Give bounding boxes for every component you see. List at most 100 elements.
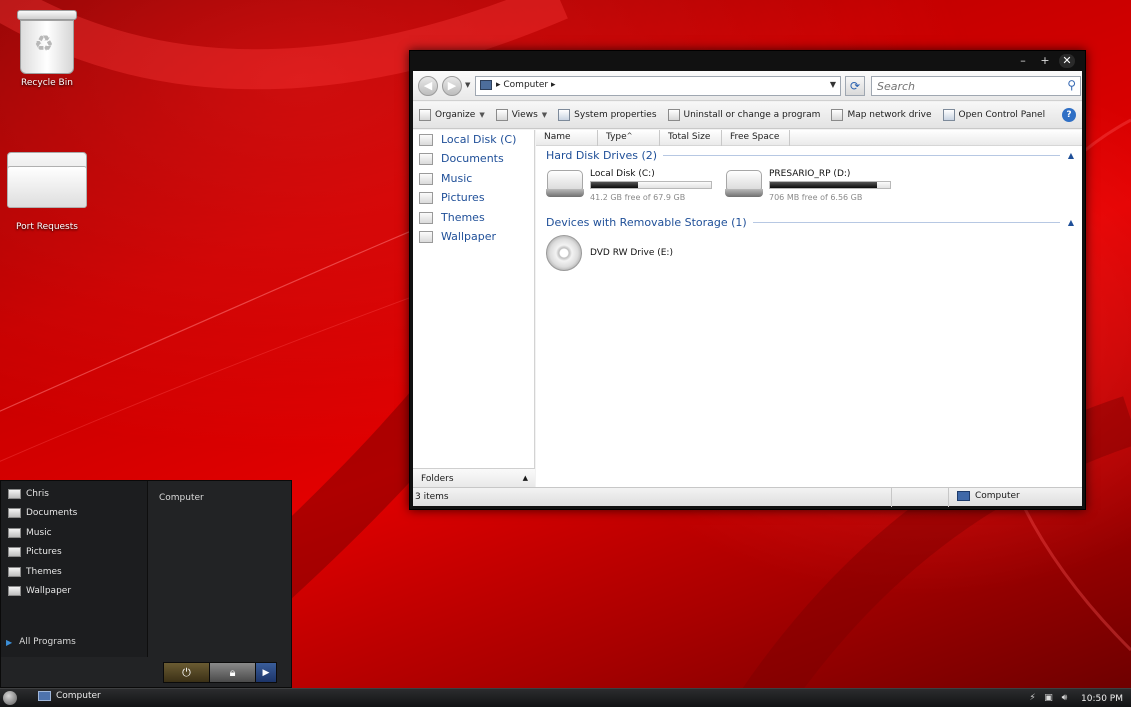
drive-name: PRESARIO_RP (D:)	[769, 169, 851, 179]
drive-item-d[interactable]: PRESARIO_RP (D:) 706 MB free of 6.56 GB	[725, 166, 895, 206]
back-button[interactable]: ◀	[418, 76, 438, 96]
start-power-buttons: ⏻ 🔒︎ ▶	[163, 662, 277, 683]
nav-item-pictures[interactable]: Pictures	[419, 191, 485, 204]
chevron-up-icon: ▲	[522, 474, 528, 482]
programs-icon	[667, 109, 680, 121]
start-item-music[interactable]: Music	[8, 528, 52, 538]
desktop-icon-label: Port Requests	[16, 222, 78, 232]
drive-item-dvd[interactable]: DVD RW Drive (E:)	[546, 235, 706, 273]
navigation-pane: Local Disk (C) Documents Music Pictures …	[413, 130, 535, 489]
music-icon	[8, 528, 21, 538]
documents-icon	[419, 152, 433, 165]
address-bar[interactable]: ▸ Computer ▸ ▼	[475, 76, 841, 96]
nav-item-themes[interactable]: Themes	[419, 211, 485, 224]
recycle-bin-icon: ♻	[16, 8, 78, 74]
drive-item-c[interactable]: Local Disk (C:) 41.2 GB free of 67.9 GB	[546, 166, 716, 206]
taskbar-item-computer[interactable]: Computer	[38, 691, 101, 701]
window-controls: – + ✕	[1015, 54, 1075, 68]
start-item-themes[interactable]: Themes	[8, 567, 62, 577]
clock[interactable]: 10:50 PM	[1081, 694, 1123, 704]
music-icon	[419, 172, 433, 185]
desktop-icon-recycle-bin[interactable]: ♻ Recycle Bin	[2, 8, 92, 88]
start-item-wallpaper[interactable]: Wallpaper	[8, 586, 71, 596]
organize-button[interactable]: Organize ▼	[419, 109, 485, 121]
start-menu-left-pane: Chris Documents Music Pictures Themes Wa…	[1, 481, 148, 657]
refresh-button[interactable]: ⟳	[845, 76, 865, 96]
drive-free-space: 41.2 GB free of 67.9 GB	[590, 193, 686, 202]
wallpaper-icon	[8, 586, 21, 596]
system-properties-button[interactable]: System properties	[558, 109, 657, 121]
open-control-panel-button[interactable]: Open Control Panel	[942, 109, 1045, 121]
help-icon[interactable]: ?	[1062, 108, 1076, 122]
volume-icon[interactable]: 🔊︎	[1059, 693, 1070, 704]
all-programs-button[interactable]: ▶ All Programs	[6, 637, 76, 647]
desktop-icon-port-requests[interactable]: Port Requests	[2, 152, 92, 232]
themes-icon	[419, 211, 433, 224]
control-panel-icon	[942, 109, 955, 121]
group-header-removable[interactable]: Devices with Removable Storage (1) ▲	[546, 216, 1074, 229]
hard-drive-icon	[546, 170, 584, 200]
recent-pages-dropdown[interactable]: ▼	[465, 81, 470, 89]
forward-button[interactable]: ▶	[442, 76, 462, 96]
file-list: Name Type^ Total Size Free Space Hard Di…	[536, 130, 1082, 489]
computer-icon	[38, 691, 51, 701]
maximize-button[interactable]: +	[1037, 54, 1053, 68]
power-icon: ⏻	[182, 665, 191, 679]
documents-icon	[8, 508, 21, 518]
uninstall-program-button[interactable]: Uninstall or change a program	[667, 109, 820, 121]
wallpaper-icon	[419, 230, 433, 243]
chevron-down-icon: ▼	[541, 111, 548, 119]
nav-item-documents[interactable]: Documents	[419, 152, 504, 165]
group-header-hard-disks[interactable]: Hard Disk Drives (2) ▲	[546, 149, 1074, 162]
column-name[interactable]: Name	[536, 130, 598, 146]
network-icon[interactable]: ▣	[1043, 693, 1054, 704]
shutdown-options-button[interactable]: ▶	[256, 663, 276, 682]
address-dropdown-icon[interactable]: ▼	[830, 80, 836, 89]
status-location: Computer	[957, 491, 1020, 501]
pictures-icon	[8, 547, 21, 557]
nav-item-local-disk[interactable]: Local Disk (C)	[419, 133, 516, 146]
start-item-chris[interactable]: Chris	[8, 489, 49, 499]
views-icon	[495, 109, 508, 121]
start-item-pictures[interactable]: Pictures	[8, 547, 62, 557]
drive-name: DVD RW Drive (E:)	[590, 248, 673, 258]
system-properties-icon	[558, 109, 571, 121]
column-total-size[interactable]: Total Size	[660, 130, 722, 146]
drive-free-space: 706 MB free of 6.56 GB	[769, 193, 863, 202]
status-bar: 3 items Computer	[413, 487, 1082, 507]
desktop-icon-label: Recycle Bin	[21, 78, 73, 88]
collapse-icon[interactable]: ▲	[1068, 218, 1074, 227]
power-button[interactable]: ⏻	[164, 663, 210, 682]
start-button[interactable]	[3, 691, 17, 705]
start-menu-right-pane: Computer	[149, 481, 291, 657]
search-icon[interactable]: ⚲	[1067, 78, 1076, 92]
map-network-drive-button[interactable]: Map network drive	[831, 109, 932, 121]
arrow-right-icon: ▶	[262, 667, 270, 678]
chevron-down-icon: ▼	[479, 111, 485, 119]
item-count: 3 items	[415, 492, 449, 502]
start-place-computer[interactable]: Computer	[159, 493, 204, 503]
nav-item-music[interactable]: Music	[419, 172, 472, 185]
lock-button[interactable]: 🔒︎	[210, 663, 256, 682]
address-row: ◀ ▶ ▼ ▸ Computer ▸ ▼ ⟳ ⚲	[413, 71, 1082, 101]
column-type[interactable]: Type^	[598, 130, 660, 146]
views-button[interactable]: Views ▼	[495, 109, 548, 121]
collapse-icon[interactable]: ▲	[1068, 151, 1074, 160]
taskbar: Computer ⚡ ▣ 🔊︎ 10:50 PM	[0, 688, 1131, 707]
command-bar: Organize ▼ Views ▼ System properties Uni…	[413, 102, 1082, 129]
start-item-documents[interactable]: Documents	[8, 508, 77, 518]
power-plug-icon[interactable]: ⚡	[1027, 693, 1038, 704]
computer-icon	[957, 491, 970, 501]
minimize-button[interactable]: –	[1015, 54, 1031, 68]
nav-item-wallpaper[interactable]: Wallpaper	[419, 230, 496, 243]
organize-icon	[419, 109, 431, 121]
column-header-row: Name Type^ Total Size Free Space	[536, 130, 1082, 146]
breadcrumb[interactable]: ▸ Computer ▸	[496, 80, 556, 90]
search-input[interactable]	[872, 77, 1052, 95]
lock-icon: 🔒︎	[229, 665, 236, 679]
close-button[interactable]: ✕	[1059, 54, 1075, 68]
pictures-icon	[419, 191, 433, 204]
folders-toggle[interactable]: Folders ▲	[413, 468, 535, 489]
column-free-space[interactable]: Free Space	[722, 130, 790, 146]
drive-usage-bar	[769, 181, 891, 189]
